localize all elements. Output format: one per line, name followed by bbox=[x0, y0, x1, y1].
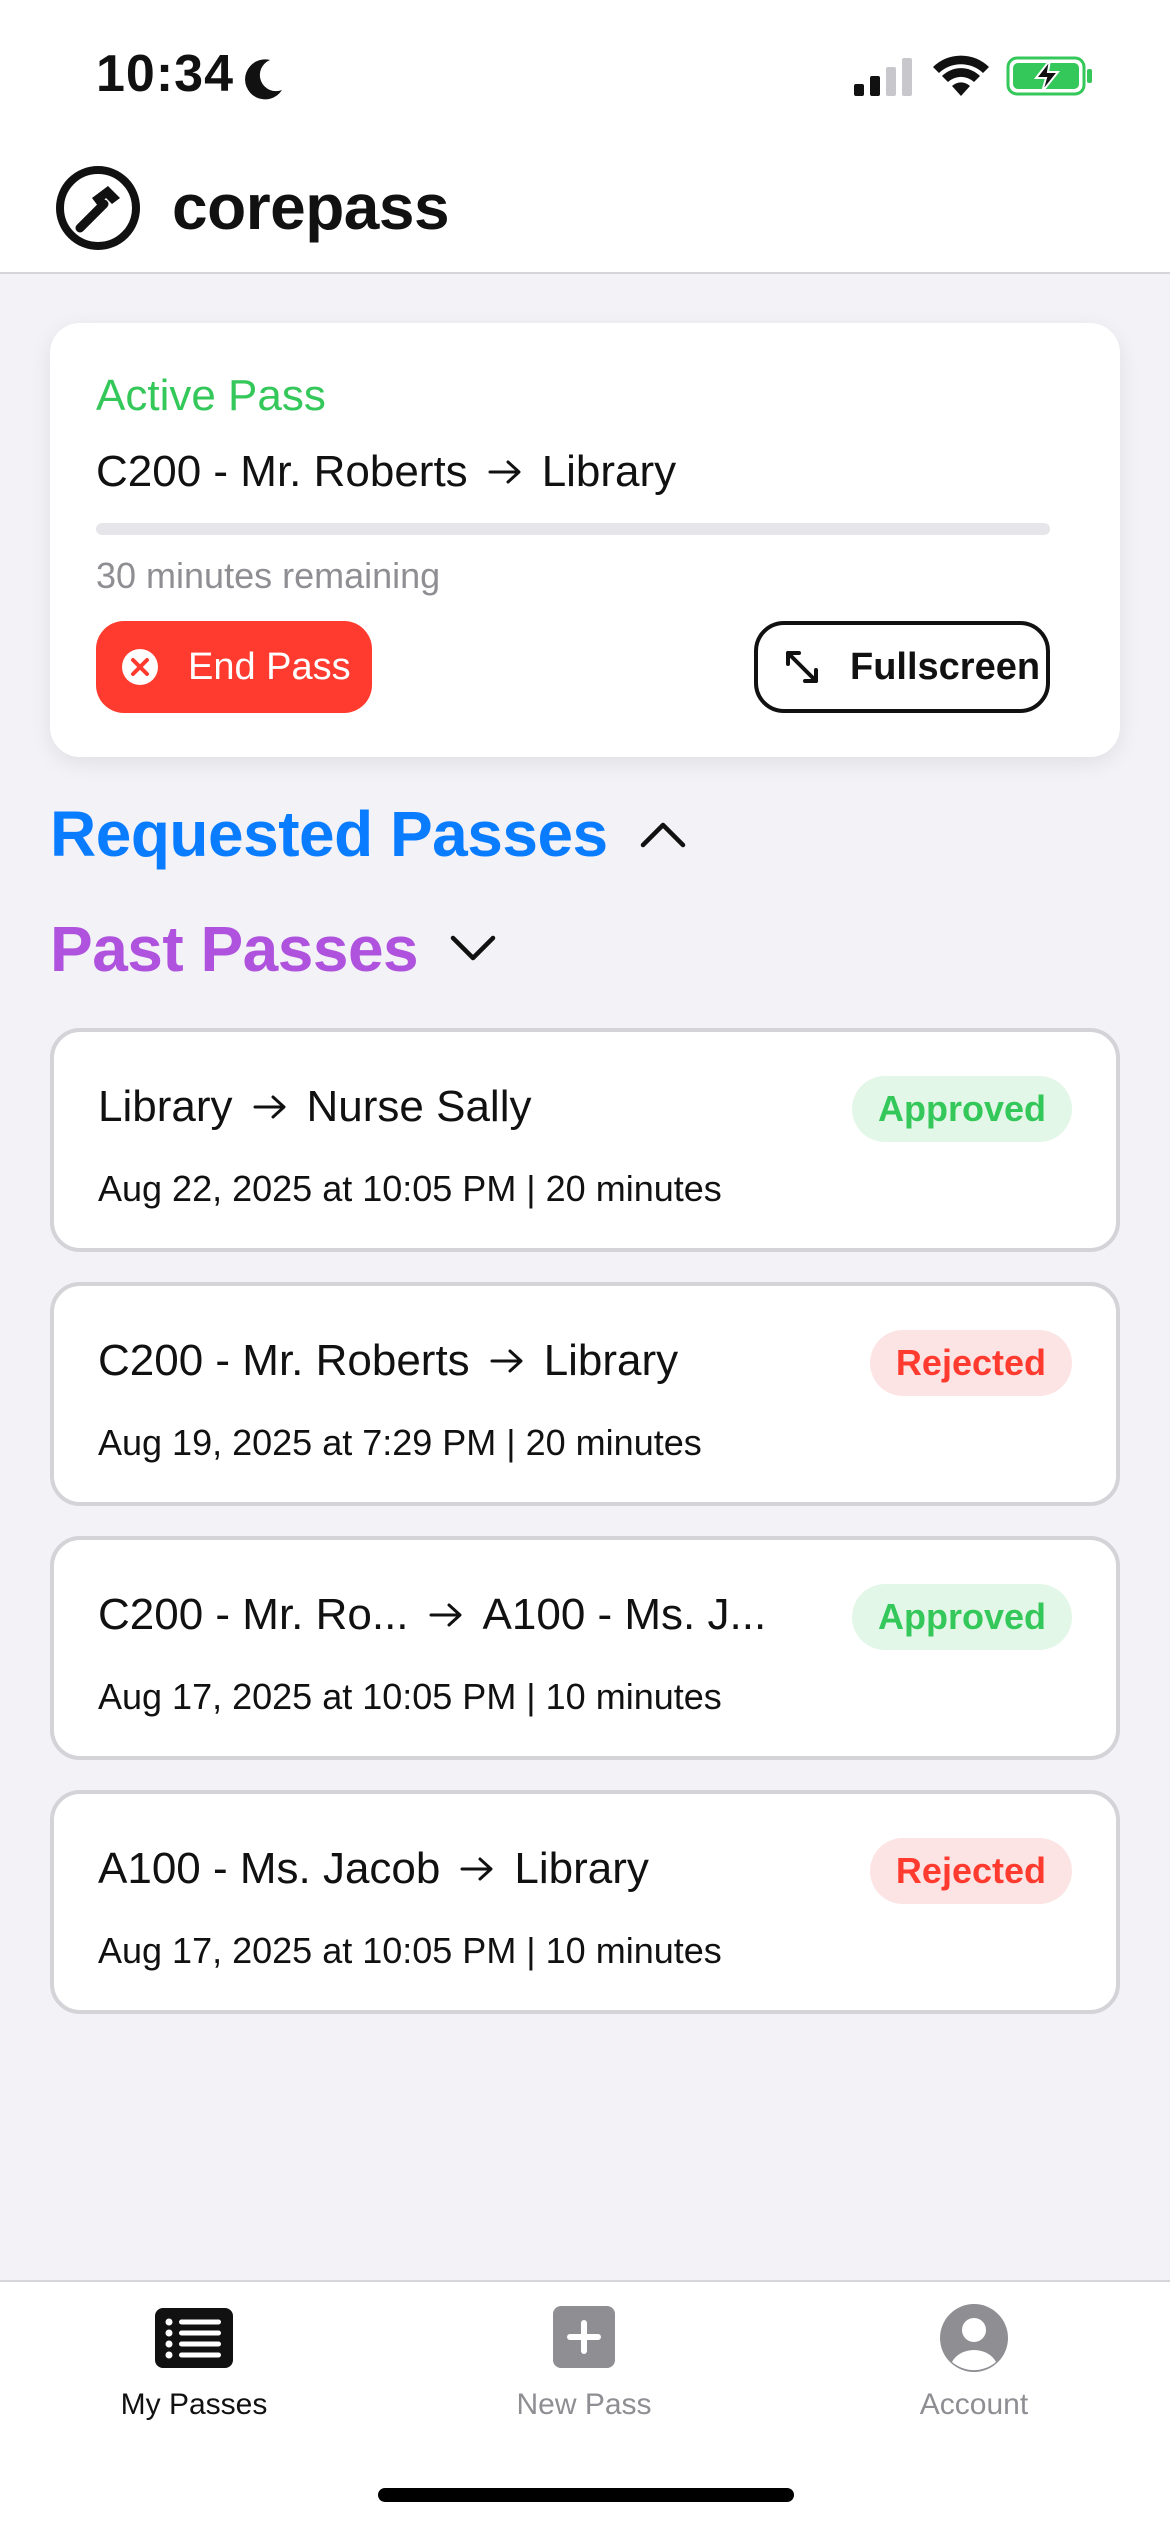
tab-account[interactable]: Account bbox=[824, 2302, 1124, 2452]
tab-label: My Passes bbox=[120, 2388, 268, 2421]
status-badge: Rejected bbox=[869, 1330, 1072, 1396]
past-pass-card[interactable]: C200 - Mr. Roberts Library Aug 19, 2025 … bbox=[50, 1282, 1120, 1506]
arrow-right-icon bbox=[490, 1349, 523, 1373]
requested-passes-toggle[interactable]: Requested Passes bbox=[50, 797, 688, 871]
route-to: A100 - Ms. J... bbox=[482, 1590, 767, 1639]
route-from: C200 - Mr. Roberts bbox=[96, 447, 468, 496]
arrow-right-icon bbox=[253, 1095, 285, 1119]
pass-route: C200 - Mr. Ro... A100 - Ms. J... bbox=[98, 1590, 766, 1640]
status-badge: Approved bbox=[851, 1584, 1072, 1650]
status-badge: Rejected bbox=[869, 1838, 1072, 1904]
status-time: 10:34 bbox=[96, 45, 234, 103]
past-passes-toggle[interactable]: Past Passes bbox=[50, 912, 498, 986]
home-indicator bbox=[378, 2488, 794, 2502]
requested-passes-title: Requested Passes bbox=[50, 798, 608, 870]
expand-icon bbox=[786, 651, 818, 683]
pass-meta: Aug 19, 2025 at 7:29 PM | 20 minutes bbox=[98, 1422, 702, 1463]
route-from: C200 - Mr. Roberts bbox=[98, 1336, 470, 1385]
tab-my-passes[interactable]: My Passes bbox=[44, 2302, 344, 2452]
past-pass-card[interactable]: Library Nurse Sally Aug 22, 2025 at 10:0… bbox=[50, 1028, 1120, 1252]
past-pass-card[interactable]: A100 - Ms. Jacob Library Aug 17, 2025 at… bbox=[50, 1790, 1120, 2014]
tab-label: New Pass bbox=[516, 2388, 652, 2421]
active-pass-route: C200 - Mr. Roberts Library bbox=[96, 447, 676, 497]
arrow-right-icon bbox=[429, 1603, 462, 1627]
battery-charging-icon bbox=[1006, 56, 1092, 96]
person-circle-icon bbox=[940, 2304, 1008, 2372]
list-icon bbox=[155, 2308, 233, 2368]
pass-route: Library Nurse Sally bbox=[98, 1082, 531, 1132]
route-from: A100 - Ms. Jacob bbox=[98, 1844, 441, 1893]
signal-icon bbox=[854, 58, 912, 96]
active-pass-card: Active Pass C200 - Mr. Roberts Library 3… bbox=[50, 323, 1120, 757]
wifi-icon bbox=[933, 55, 989, 96]
time-remaining: 30 minutes remaining bbox=[96, 555, 441, 596]
arrow-right-icon bbox=[488, 460, 521, 484]
end-pass-label: End Pass bbox=[188, 645, 351, 688]
chevron-down-icon bbox=[450, 935, 496, 961]
end-pass-button[interactable]: End Pass bbox=[96, 621, 372, 713]
plus-square-icon bbox=[553, 2306, 615, 2368]
active-pass-label: Active Pass bbox=[96, 371, 326, 420]
route-to: Nurse Sally bbox=[306, 1082, 532, 1131]
tab-new-pass[interactable]: New Pass bbox=[434, 2302, 734, 2452]
app-header: corepass bbox=[0, 150, 1170, 274]
pass-meta: Aug 22, 2025 at 10:05 PM | 20 minutes bbox=[98, 1168, 722, 1209]
chevron-up-icon bbox=[640, 822, 685, 848]
route-to: Library bbox=[541, 447, 677, 496]
time-progress-bar bbox=[96, 523, 1050, 535]
route-to: Library bbox=[514, 1844, 649, 1893]
app-title: corepass bbox=[172, 171, 450, 243]
hammer-circle-icon bbox=[56, 166, 140, 250]
route-from: C200 - Mr. Ro... bbox=[98, 1590, 409, 1639]
tab-label: Account bbox=[919, 2388, 1029, 2421]
fullscreen-label: Fullscreen bbox=[850, 645, 1041, 688]
route-from: Library bbox=[98, 1082, 233, 1131]
route-to: Library bbox=[543, 1336, 679, 1385]
fullscreen-button[interactable]: Fullscreen bbox=[754, 621, 1050, 713]
pass-meta: Aug 17, 2025 at 10:05 PM | 10 minutes bbox=[98, 1930, 722, 1971]
status-bar: 10:34 bbox=[0, 0, 1170, 150]
pass-route: A100 - Ms. Jacob Library bbox=[98, 1844, 649, 1894]
past-pass-card[interactable]: C200 - Mr. Ro... A100 - Ms. J... Aug 17,… bbox=[50, 1536, 1120, 1760]
moon-icon bbox=[245, 59, 282, 100]
pass-route: C200 - Mr. Roberts Library bbox=[98, 1336, 678, 1386]
past-passes-title: Past Passes bbox=[50, 913, 419, 985]
status-badge: Approved bbox=[851, 1076, 1072, 1142]
x-circle-icon bbox=[122, 649, 158, 685]
arrow-right-icon bbox=[460, 1857, 493, 1881]
pass-meta: Aug 17, 2025 at 10:05 PM | 10 minutes bbox=[98, 1676, 722, 1717]
